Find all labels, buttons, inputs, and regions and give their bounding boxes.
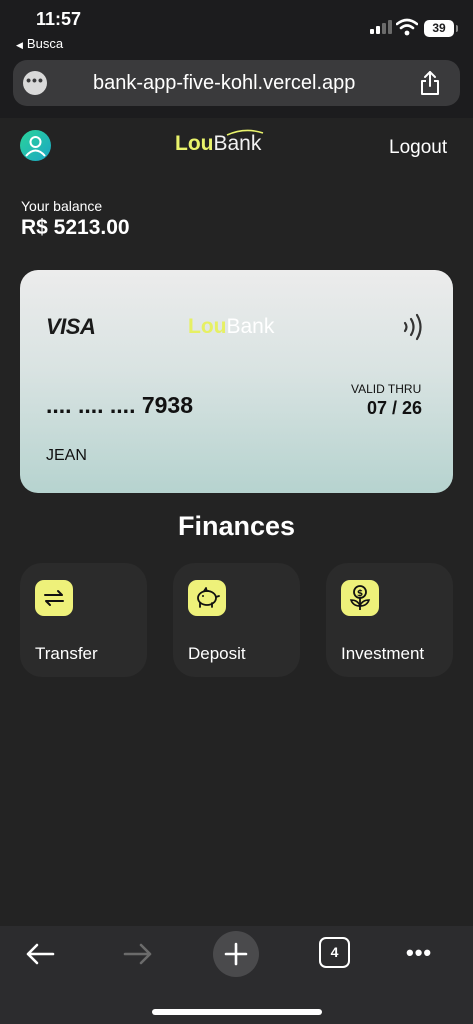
share-icon[interactable]	[419, 70, 441, 96]
plus-icon	[224, 942, 248, 966]
transfer-tile[interactable]: Transfer	[20, 563, 147, 677]
more-options-icon[interactable]: •••	[406, 940, 432, 966]
investment-label: Investment	[341, 644, 425, 663]
card-logo: LouBank	[188, 315, 274, 339]
back-triangle-icon: ◀	[16, 40, 23, 50]
forward-arrow-icon[interactable]	[122, 942, 154, 966]
investment-tile[interactable]: $ Investment	[326, 563, 453, 677]
status-time: 11:57	[36, 9, 82, 29]
credit-card[interactable]: VISA LouBank .... .... .... 7938 VALID T…	[20, 270, 453, 493]
deposit-label: Deposit	[188, 644, 246, 663]
tabs-button[interactable]: 4	[319, 937, 350, 968]
piggy-bank-icon	[188, 580, 226, 616]
address-bar[interactable]: ••• bank-app-five-kohl.vercel.app	[13, 60, 460, 106]
balance-value: R$ 5213.00	[21, 216, 130, 239]
card-brand: VISA	[46, 314, 96, 339]
back-arrow-icon[interactable]	[24, 942, 56, 966]
page-menu-icon[interactable]: •••	[23, 71, 47, 95]
new-tab-button[interactable]	[213, 931, 259, 977]
browser-bottom-toolbar: 4 •••	[0, 926, 473, 1024]
card-logo-bank: Bank	[226, 315, 275, 338]
logo-arc-icon	[226, 129, 264, 136]
battery-indicator: 39	[424, 20, 458, 37]
url-text[interactable]: bank-app-five-kohl.vercel.app	[93, 72, 355, 95]
valid-thru-value: 07 / 26	[367, 398, 423, 418]
valid-thru-label: VALID THRU	[351, 382, 422, 396]
card-logo-lou: Lou	[188, 315, 227, 338]
contactless-icon	[403, 313, 422, 341]
logout-button[interactable]: Logout	[389, 137, 447, 159]
money-plant-icon: $	[341, 580, 379, 616]
back-to-app-link[interactable]: ◀ Busca	[16, 36, 63, 51]
logo-lou: Lou	[175, 132, 214, 155]
finances-title: Finances	[177, 511, 296, 541]
transfer-label: Transfer	[35, 644, 98, 663]
back-to-app-label: Busca	[26, 36, 64, 51]
browser-top-chrome: 11:57 ◀ Busca 39 ••• bank-app-five-kohl.v…	[0, 0, 473, 118]
svg-text:$: $	[357, 589, 363, 599]
card-holder-name: JEAN	[46, 447, 87, 464]
card-number: .... .... .... 7938	[46, 392, 194, 418]
user-icon	[25, 136, 46, 157]
cellular-signal-icon	[370, 20, 392, 34]
deposit-tile[interactable]: Deposit	[173, 563, 300, 677]
transfer-arrows-icon	[35, 580, 73, 616]
wifi-icon	[396, 18, 418, 36]
home-indicator[interactable]	[152, 1009, 322, 1015]
user-avatar[interactable]	[20, 130, 51, 161]
balance-label: Your balance	[21, 198, 103, 214]
